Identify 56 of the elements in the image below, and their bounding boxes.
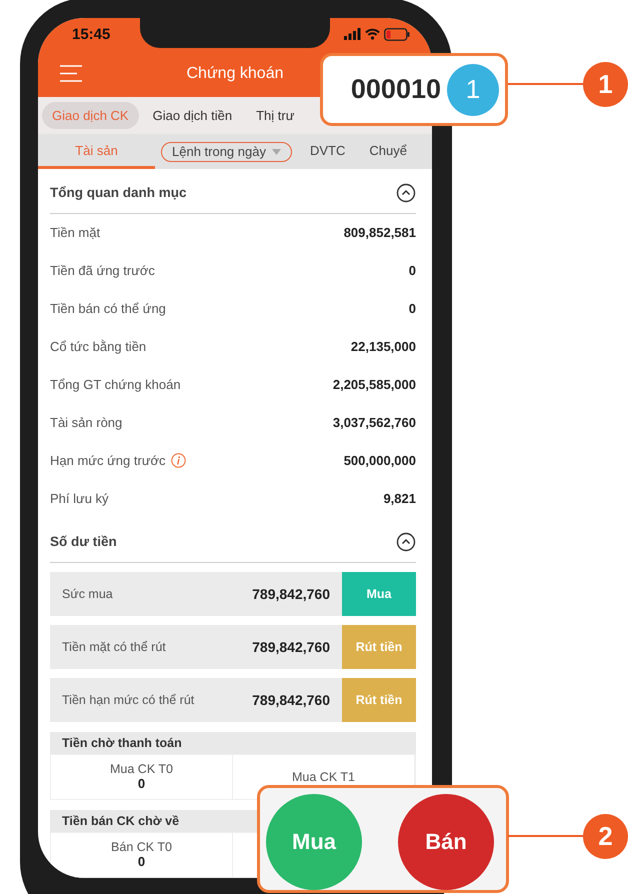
row-value: 9,821 bbox=[383, 491, 416, 506]
battery-icon bbox=[384, 28, 410, 40]
callout-number: 1 bbox=[583, 62, 628, 107]
dropdown-tab[interactable]: Lệnh trong ngày bbox=[161, 142, 292, 162]
withdraw-button[interactable]: Rút tiền bbox=[342, 678, 416, 722]
balance-value: 789,842,760 bbox=[252, 584, 331, 604]
row-value: 3,037,562,760 bbox=[332, 415, 416, 430]
row-value: 0 bbox=[408, 301, 416, 316]
sub-tab[interactable]: Tài sản bbox=[38, 134, 155, 169]
balance-label: Tiền mặt có thể rút bbox=[62, 640, 166, 654]
row-label: Tiền bán có thể ứng bbox=[50, 301, 166, 316]
collapse-icon[interactable] bbox=[396, 532, 416, 552]
buy-round-button[interactable]: Mua bbox=[266, 794, 362, 890]
row-label: Tài sản ròng bbox=[50, 415, 122, 430]
balance-label: Tiền hạn mức có thể rút bbox=[62, 692, 194, 707]
balance-label: Sức mua bbox=[62, 586, 113, 601]
sub-tab[interactable]: DVTC bbox=[298, 134, 358, 169]
callout-number: 2 bbox=[583, 814, 628, 859]
account-number: 000010 bbox=[350, 74, 441, 105]
row-label: Tiền đã ứng trước bbox=[50, 263, 155, 278]
balance-value: 789,842,760 bbox=[252, 690, 331, 710]
tab[interactable]: Giao dịch tiền bbox=[142, 102, 242, 130]
info-icon[interactable] bbox=[170, 453, 186, 468]
section-title: Tổng quan danh mục bbox=[50, 185, 186, 200]
sell-round-button[interactable]: Bán bbox=[398, 794, 494, 890]
cell-value: 0 bbox=[138, 776, 146, 792]
section-title: Số dư tiền bbox=[50, 534, 117, 550]
cell-label: Mua CK T0 bbox=[110, 762, 173, 776]
cell-label: Mua CK T1 bbox=[292, 770, 355, 784]
wifi-icon bbox=[365, 28, 380, 40]
cell-label: Bán CK T0 bbox=[111, 840, 172, 854]
row-value: 22,135,000 bbox=[350, 339, 416, 354]
withdraw-button[interactable]: Rút tiền bbox=[342, 624, 416, 669]
row-value: 0 bbox=[408, 263, 416, 278]
pending-title: Tiền chờ thanh toán bbox=[50, 732, 416, 754]
caret-icon bbox=[272, 148, 281, 155]
status-time: 15:45 bbox=[72, 26, 110, 42]
header-title: Chứng khoán bbox=[186, 64, 284, 83]
row-label: Hạn mức ứng trước bbox=[50, 453, 166, 468]
tab[interactable]: Giao dịch CK bbox=[42, 102, 139, 130]
collapse-icon[interactable] bbox=[396, 182, 416, 203]
notification-badge[interactable]: 1 bbox=[447, 64, 499, 116]
tab[interactable]: Thị trư bbox=[246, 102, 304, 130]
row-value: 2,205,585,000 bbox=[332, 377, 416, 392]
row-label: Tiền mặt bbox=[50, 225, 100, 240]
sub-tab[interactable]: Chuyể bbox=[357, 134, 419, 169]
row-label: Cổ tức bằng tiền bbox=[50, 339, 146, 354]
row-value: 500,000,000 bbox=[344, 453, 416, 468]
signal-icon bbox=[344, 28, 361, 40]
menu-icon[interactable] bbox=[60, 65, 82, 82]
row-label: Phí lưu ký bbox=[50, 491, 109, 506]
row-value: 809,852,581 bbox=[344, 225, 416, 240]
row-label: Tổng GT chứng khoán bbox=[50, 377, 181, 392]
balance-value: 789,842,760 bbox=[252, 638, 331, 657]
cell-value: 0 bbox=[138, 854, 146, 870]
buy-button[interactable]: Mua bbox=[342, 572, 416, 616]
